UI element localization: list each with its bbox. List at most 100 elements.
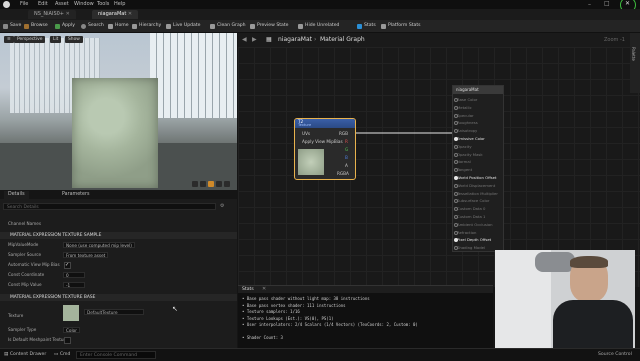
result-pin[interactable]: Custom Data 0 xyxy=(453,206,485,212)
tab-details[interactable]: Details xyxy=(4,191,29,199)
result-pin[interactable]: Refraction xyxy=(453,230,476,235)
result-pin[interactable]: Base Color xyxy=(453,97,477,102)
output-pin-a[interactable]: A xyxy=(345,163,348,168)
menu-tools[interactable]: Tools xyxy=(97,1,109,7)
result-pin[interactable]: World Position Offset xyxy=(454,175,497,180)
hide-unrelated-button[interactable]: Hide Unrelated xyxy=(298,22,339,30)
stats-tab-close-icon[interactable]: ✕ xyxy=(262,286,266,292)
texture-asset-picker[interactable]: DefaultTexture xyxy=(84,309,144,315)
background-building-right xyxy=(150,33,237,118)
hide-unrelated-label: Hide Unrelated xyxy=(305,23,340,28)
hierarchy-button[interactable]: Hierarchy xyxy=(132,22,161,30)
input-pin-uvs[interactable]: UVs xyxy=(302,131,310,136)
stats-tab[interactable]: Stats xyxy=(242,287,254,292)
preview-sphere-icon[interactable] xyxy=(200,181,206,187)
live-update-button[interactable]: Live Update xyxy=(166,22,200,30)
cmd-label: Cmd xyxy=(59,352,71,357)
platform-stats-button[interactable]: Platform Stats xyxy=(381,22,421,30)
preview-state-button[interactable]: Preview State xyxy=(250,22,289,30)
show-button[interactable]: Show xyxy=(65,36,83,43)
breadcrumb-asset[interactable]: niagaraMat xyxy=(278,36,312,43)
palette-sidebar[interactable]: Palette xyxy=(630,33,640,93)
apply-button[interactable]: Apply xyxy=(55,22,75,30)
result-pin[interactable]: Opacity xyxy=(454,144,472,149)
section-texture-sample[interactable]: MATERIAL EXPRESSION TEXTURE SAMPLE xyxy=(0,232,237,239)
result-pin[interactable]: Metallic xyxy=(454,105,472,110)
mip-value-mode-dropdown[interactable]: None (use computed mip level) xyxy=(63,242,135,248)
home-button[interactable]: Home xyxy=(108,22,129,30)
content-drawer-button[interactable]: ▤ Content Drawer xyxy=(4,351,46,359)
result-pin[interactable]: World Displacement xyxy=(453,183,495,188)
output-pin-g[interactable]: G xyxy=(345,147,348,152)
result-pin[interactable]: Roughness xyxy=(454,120,478,126)
result-pin[interactable]: Normal xyxy=(454,159,471,165)
tab-niagaramat[interactable]: niagaraMat ✕ xyxy=(92,10,139,19)
stats-button[interactable]: Stats xyxy=(357,22,376,30)
preview-plane-icon[interactable] xyxy=(208,181,214,187)
maximize-icon[interactable]: □ xyxy=(604,0,610,7)
preview-cube-icon[interactable] xyxy=(216,181,222,187)
viewport-options-button[interactable]: ≡ xyxy=(4,36,14,43)
save-button[interactable]: Save xyxy=(3,22,21,30)
back-arrow-icon[interactable]: ◀ xyxy=(242,36,247,43)
cmd-button[interactable]: ▭ Cmd xyxy=(54,351,70,359)
result-pin[interactable]: Custom Data 1 xyxy=(453,214,485,219)
result-pin[interactable]: Anisotropy xyxy=(453,128,477,134)
tab-parameters[interactable]: Parameters xyxy=(58,191,93,199)
material-result-node[interactable]: niagaraMat Base Color Metallic Specular Rou… xyxy=(452,85,504,252)
property-row: Const Coordinate 0 xyxy=(0,271,237,279)
result-pin[interactable]: Opacity Mask xyxy=(454,152,483,157)
const-mip-value-input[interactable]: -1 xyxy=(63,282,85,288)
tab-close-icon[interactable]: ✕ xyxy=(128,11,132,17)
result-pin[interactable]: Ambient Occlusion xyxy=(454,222,493,227)
sampler-type-dropdown[interactable]: Color xyxy=(63,327,80,333)
result-pin[interactable]: Specular xyxy=(454,113,474,118)
tab-niagara-system[interactable]: NS_NiAIS0+ ✕ xyxy=(28,10,76,19)
menu-help[interactable]: Help xyxy=(114,1,125,7)
const-coordinate-input[interactable]: 0 xyxy=(63,272,85,278)
sampler-source-dropdown[interactable]: From texture asset xyxy=(63,252,109,258)
tab-close-icon[interactable]: ✕ xyxy=(66,11,70,17)
output-pin-rgb[interactable]: RGB xyxy=(339,131,348,136)
settings-icon[interactable]: ⚙ xyxy=(220,203,224,209)
search-button[interactable]: Search xyxy=(81,22,104,30)
default-meshpaint-checkbox[interactable] xyxy=(64,337,71,344)
section-texture-base[interactable]: MATERIAL EXPRESSION TEXTURE BASE xyxy=(0,294,237,301)
result-pin[interactable]: Shading Model xyxy=(453,245,485,251)
menu-window[interactable]: Window xyxy=(74,1,94,7)
source-control-button[interactable]: Source Control xyxy=(598,351,632,359)
console-command-input[interactable]: Enter Console Command xyxy=(76,351,156,359)
preview-mesh-icon[interactable] xyxy=(224,181,230,187)
unreal-logo-icon[interactable] xyxy=(3,1,10,8)
result-pin[interactable]: Tessellation Multiplier xyxy=(454,191,498,196)
browse-button[interactable]: Browse xyxy=(24,22,48,30)
clean-graph-button[interactable]: Clean Graph xyxy=(210,22,246,30)
result-pin[interactable]: Subsurface Color xyxy=(453,198,489,204)
menu-file[interactable]: File xyxy=(20,1,28,7)
result-pin[interactable]: Tangent xyxy=(453,167,472,173)
minimize-icon[interactable]: – xyxy=(588,1,591,8)
close-icon[interactable]: ✕ xyxy=(625,0,630,7)
perspective-button[interactable]: Perspective xyxy=(14,36,46,43)
palette-tab[interactable]: Palette xyxy=(631,47,636,61)
home-label: Home xyxy=(115,23,129,28)
preview-cylinder-icon[interactable] xyxy=(192,181,198,187)
automatic-view-mip-bias-checkbox[interactable] xyxy=(64,261,71,269)
property-row: Automatic View Mip Bias xyxy=(0,261,237,269)
output-pin-r[interactable]: R xyxy=(345,139,348,144)
result-pin[interactable]: Emissive Color xyxy=(454,136,485,141)
menu-edit[interactable]: Edit xyxy=(38,1,48,7)
texture-sample-node[interactable]: T2 Texture UVs Apply View MipBias RGB R … xyxy=(294,118,356,180)
forward-arrow-icon[interactable]: ▶ xyxy=(252,36,257,43)
platform-stats-icon xyxy=(381,24,386,29)
output-pin-rgba[interactable]: RGBA xyxy=(337,171,349,176)
preview-state-label: Preview State xyxy=(257,23,289,28)
preview-viewport[interactable]: ≡ Perspective Lit Show xyxy=(0,33,237,190)
texture-thumbnail[interactable] xyxy=(63,305,79,321)
details-search-input[interactable]: Search Details xyxy=(3,203,216,210)
result-pin[interactable]: Pixel Depth Offset xyxy=(453,237,491,243)
input-pin-apply-view-mipbias[interactable]: Apply View MipBias xyxy=(302,139,343,144)
output-pin-b[interactable]: B xyxy=(345,155,348,160)
lit-button[interactable]: Lit xyxy=(50,36,62,43)
menu-asset[interactable]: Asset xyxy=(55,1,69,7)
